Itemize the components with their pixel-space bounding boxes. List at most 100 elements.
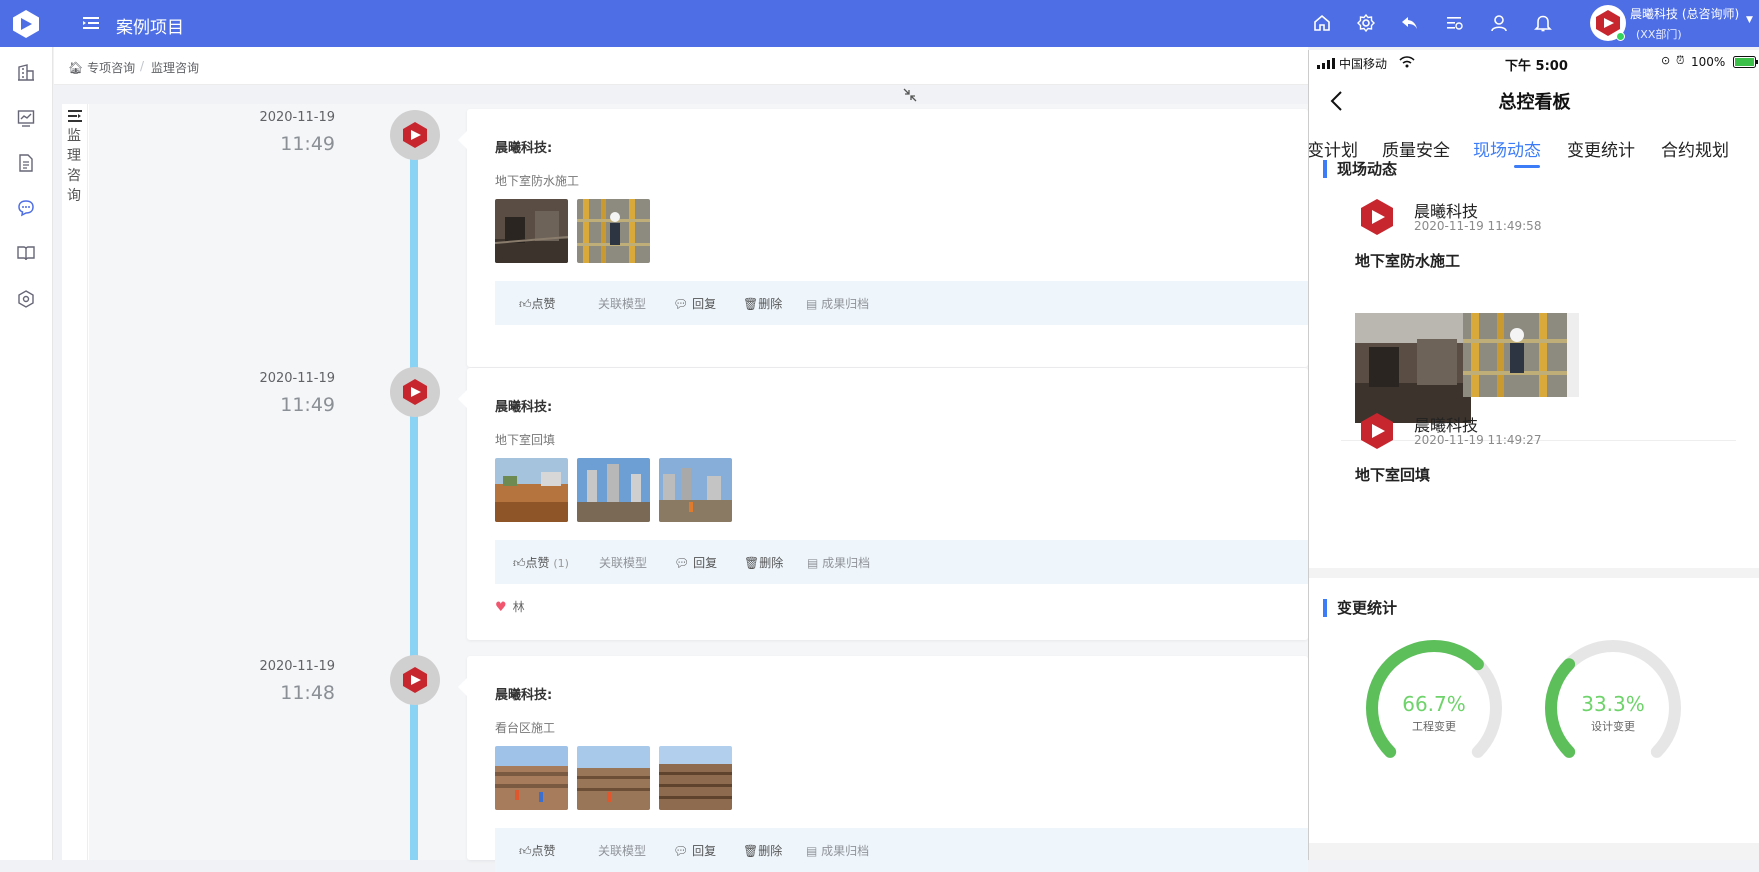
photo-thumbnail[interactable] bbox=[659, 746, 732, 810]
lock-rotation-icon: ⊙ bbox=[1661, 54, 1671, 67]
breadcrumb-home-label: 专项咨询 bbox=[87, 61, 136, 75]
gauge-engineering-change[interactable]: 66.7% 工程变更 bbox=[1354, 640, 1514, 780]
like-button[interactable]: 👍︎点赞 bbox=[519, 842, 556, 859]
reply-icon[interactable] bbox=[1400, 13, 1420, 33]
photo-thumbnail[interactable] bbox=[495, 458, 568, 522]
collapse-icon[interactable] bbox=[902, 87, 918, 103]
delete-button[interactable]: 🗑︎删除 bbox=[744, 554, 783, 571]
user-icon[interactable] bbox=[1489, 13, 1509, 33]
alarm-icon: ⏰︎ bbox=[1676, 54, 1685, 67]
feed-photo[interactable] bbox=[1463, 313, 1579, 397]
home-small-icon: 🏠︎ bbox=[68, 61, 84, 75]
settings-icon[interactable] bbox=[1356, 13, 1376, 33]
user-menu-caret-icon[interactable]: ▼ bbox=[1746, 15, 1753, 25]
action-bar: 👍︎点赞 关联模型 💬︎ 回复 🗑︎删除 ▤ 成果归档 bbox=[495, 828, 1308, 872]
gauge-label: 设计变更 bbox=[1591, 720, 1635, 733]
building-icon[interactable] bbox=[16, 63, 36, 83]
brand-logo-icon bbox=[1361, 199, 1393, 235]
link-model-button[interactable]: 关联模型 bbox=[599, 554, 647, 571]
feed-photo[interactable] bbox=[1355, 313, 1471, 423]
timeline-card: 晨曦科技: 地下室回填 👍︎点赞 (1) 关联模型 💬︎ 回复 🗑︎删除 ▤ 成… bbox=[458, 368, 1308, 640]
feed-title[interactable]: 地下室回填 bbox=[1355, 464, 1430, 485]
section-title-feed: 现场动态 bbox=[1323, 160, 1397, 178]
brand-logo-icon bbox=[403, 379, 427, 405]
list-icon[interactable] bbox=[1444, 13, 1464, 33]
like-button[interactable]: 👍︎点赞 bbox=[519, 295, 556, 312]
phone-tab[interactable]: 变计划 bbox=[1309, 136, 1358, 161]
liked-by: ♥ 林 bbox=[495, 600, 525, 615]
feed-timestamp: 2020-11-19 11:49:58 bbox=[1414, 219, 1542, 233]
phone-tab[interactable]: 合约规划 bbox=[1661, 136, 1729, 161]
gear-hex-icon[interactable] bbox=[16, 289, 36, 309]
entry-date: 2020-11-19 bbox=[259, 110, 335, 125]
reply-button[interactable]: 💬︎ 回复 bbox=[673, 295, 716, 312]
entry-date: 2020-11-19 bbox=[259, 659, 335, 674]
photo-thumbnail[interactable] bbox=[577, 199, 650, 263]
card-author: 晨曦科技: bbox=[495, 688, 553, 703]
phone-tab[interactable]: 质量安全 bbox=[1382, 136, 1450, 161]
gauge-design-change[interactable]: 33.3% 设计变更 bbox=[1533, 640, 1693, 780]
card-author: 晨曦科技: bbox=[495, 400, 553, 415]
breadcrumb-home[interactable]: 🏠︎ 专项咨询 bbox=[68, 59, 135, 76]
reply-button[interactable]: 💬︎ 回复 bbox=[674, 554, 717, 571]
feed-timestamp: 2020-11-19 11:49:27 bbox=[1414, 433, 1542, 447]
signal-icon bbox=[1317, 58, 1335, 69]
mobile-preview: 中国移动 下午 5:00 ⊙ ⏰︎ 100% 总控看板 变计划 质量安全 现场动… bbox=[1308, 50, 1759, 860]
photo-thumbnail[interactable] bbox=[577, 458, 650, 522]
online-status-dot bbox=[1616, 32, 1625, 41]
heart-icon: ♥ bbox=[495, 600, 507, 615]
wifi-icon bbox=[1399, 56, 1415, 68]
entry-time: 11:48 bbox=[280, 682, 335, 704]
timeline-node-avatar bbox=[390, 110, 440, 160]
brand-logo-icon bbox=[1361, 413, 1393, 449]
vertical-tab[interactable]: 监理咨询 bbox=[62, 104, 88, 860]
section-title-stats: 变更统计 bbox=[1323, 599, 1397, 617]
photo-thumbnail[interactable] bbox=[577, 746, 650, 810]
user-name[interactable]: 晨曦科技 (总咨询师) bbox=[1630, 5, 1739, 22]
bell-icon[interactable] bbox=[1533, 13, 1553, 33]
thumbs-up-icon: 👍︎ bbox=[513, 556, 526, 570]
entry-time: 11:49 bbox=[280, 394, 335, 416]
archive-button[interactable]: ▤ 成果归档 bbox=[807, 554, 870, 571]
archive-button[interactable]: ▤ 成果归档 bbox=[806, 842, 869, 859]
battery-icon bbox=[1733, 56, 1758, 68]
photo-thumbnail[interactable] bbox=[659, 458, 732, 522]
home-icon[interactable] bbox=[1312, 13, 1332, 33]
card-description: 地下室防水施工 bbox=[495, 174, 580, 188]
feed-title[interactable]: 地下室防水施工 bbox=[1355, 250, 1460, 271]
top-bar: 案例项目 晨曦科技 (总咨询师) (XX部门) ▼ bbox=[0, 0, 1759, 47]
reply-button[interactable]: 💬︎ 回复 bbox=[673, 842, 716, 859]
entry-date: 2020-11-19 bbox=[259, 371, 335, 386]
trash-icon: 🗑︎ bbox=[744, 556, 760, 570]
action-bar: 👍︎点赞 关联模型 💬︎ 回复 🗑︎删除 ▤ 成果归档 bbox=[495, 281, 1308, 325]
book-icon[interactable] bbox=[16, 243, 36, 263]
chart-icon[interactable] bbox=[16, 108, 36, 128]
link-model-button[interactable]: 关联模型 bbox=[598, 295, 646, 312]
archive-button[interactable]: ▤ 成果归档 bbox=[806, 295, 869, 312]
menu-toggle-icon[interactable] bbox=[83, 16, 99, 30]
brand-logo-icon bbox=[403, 122, 427, 148]
phone-clock: 下午 5:00 bbox=[1505, 59, 1568, 74]
timeline-card: 晨曦科技: 地下室防水施工 👍︎点赞 关联模型 💬︎ 回复 🗑︎删除 ▤ 成果归… bbox=[458, 109, 1308, 367]
delete-button[interactable]: 🗑︎删除 bbox=[743, 295, 782, 312]
app-logo[interactable] bbox=[10, 8, 42, 40]
card-description: 看台区施工 bbox=[495, 721, 556, 735]
delete-button[interactable]: 🗑︎删除 bbox=[743, 842, 782, 859]
phone-tab[interactable]: 变更统计 bbox=[1567, 136, 1635, 161]
thumbs-up-icon: 👍︎ bbox=[519, 844, 532, 858]
like-button[interactable]: 👍︎点赞 (1) bbox=[513, 554, 569, 571]
card-arrow bbox=[458, 131, 467, 149]
phone-tab-active[interactable]: 现场动态 bbox=[1473, 136, 1541, 161]
chat-icon[interactable] bbox=[16, 198, 36, 218]
thumbs-up-icon: 👍︎ bbox=[519, 297, 532, 311]
archive-icon: ▤ bbox=[807, 556, 819, 570]
section-divider bbox=[1309, 843, 1759, 860]
photo-thumbnail[interactable] bbox=[495, 746, 568, 810]
link-model-button[interactable]: 关联模型 bbox=[598, 842, 646, 859]
card-description: 地下室回填 bbox=[495, 433, 556, 447]
gauge-value: 66.7% bbox=[1402, 692, 1466, 716]
comment-icon: 💬︎ bbox=[673, 844, 689, 858]
document-icon[interactable] bbox=[16, 153, 36, 173]
brand-logo-icon bbox=[403, 667, 427, 693]
photo-thumbnail[interactable] bbox=[495, 199, 568, 263]
